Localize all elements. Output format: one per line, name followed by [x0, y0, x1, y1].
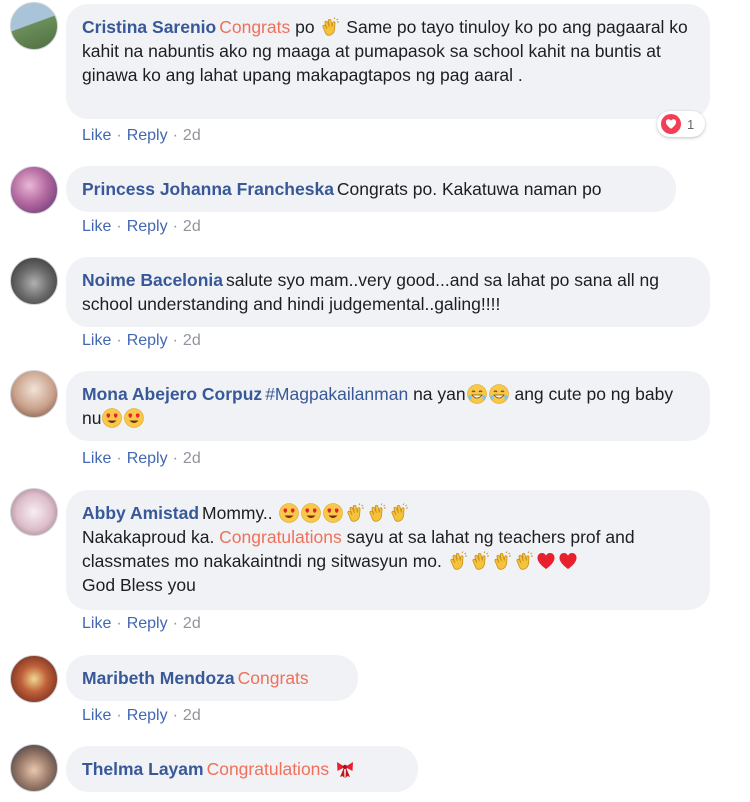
- comment-bubble: Cristina Sarenio Congrats po Same po tayo…: [66, 4, 710, 119]
- highlight-text[interactable]: Congrats: [238, 668, 309, 688]
- clapping-hands-icon: [320, 17, 340, 37]
- comment-bubble: Mona Abejero Corpuz #Magpakailanman na ya…: [66, 371, 710, 441]
- comment-author[interactable]: Abby Amistad: [82, 503, 199, 523]
- comment-bubble: Thelma Layam Congratulations: [66, 746, 418, 792]
- like-link[interactable]: Like: [82, 450, 111, 467]
- reply-link[interactable]: Reply: [127, 127, 168, 144]
- separator: ·: [116, 332, 122, 349]
- highlight-text[interactable]: Congrats: [219, 17, 290, 37]
- separator: ·: [172, 615, 178, 632]
- timestamp[interactable]: 2d: [183, 127, 201, 144]
- comment-bubble: Princess Johanna Francheska Congrats po. …: [66, 166, 676, 212]
- clapping-hands-icon: [367, 503, 387, 523]
- like-link[interactable]: Like: [82, 332, 111, 349]
- comment-text: Mommy..: [202, 503, 278, 523]
- reply-link[interactable]: Reply: [127, 707, 168, 724]
- clapping-hands-icon: [514, 551, 534, 571]
- red-heart-icon: [558, 551, 578, 571]
- clapping-hands-icon: [448, 551, 468, 571]
- avatar[interactable]: [10, 2, 58, 50]
- comment-bubble: Noime Bacelonia salute syo mam..very good…: [66, 257, 710, 327]
- comment-text: Congrats po. Kakatuwa naman po: [336, 179, 602, 199]
- comment-author[interactable]: Mona Abejero Corpuz: [82, 384, 262, 404]
- comment-text: God Bless you: [82, 575, 196, 595]
- timestamp[interactable]: 2d: [183, 218, 201, 235]
- clapping-hands-icon: [389, 503, 409, 523]
- comment-actions: Like · Reply · 2d: [82, 706, 201, 726]
- highlight-text[interactable]: Congratulations: [207, 759, 330, 779]
- comment-actions: Like · Reply · 2d: [82, 331, 201, 351]
- reaction-badge[interactable]: 1: [657, 111, 705, 137]
- like-link[interactable]: Like: [82, 707, 111, 724]
- comment-bubble: Abby Amistad Mommy.. Nakakaproud ka. Cong…: [66, 490, 710, 610]
- heart-eyes-icon: [301, 503, 321, 523]
- separator: ·: [172, 127, 178, 144]
- separator: ·: [116, 707, 122, 724]
- separator: ·: [116, 218, 122, 235]
- avatar[interactable]: [10, 370, 58, 418]
- clapping-hands-icon: [492, 551, 512, 571]
- ribbon-icon: [335, 759, 355, 779]
- hashtag-link[interactable]: #Magpakailanman: [265, 384, 408, 404]
- like-link[interactable]: Like: [82, 218, 111, 235]
- separator: ·: [172, 332, 178, 349]
- comment-author[interactable]: Maribeth Mendoza: [82, 668, 235, 688]
- comment-author[interactable]: Thelma Layam: [82, 759, 204, 779]
- clapping-hands-icon: [345, 503, 365, 523]
- heart-eyes-icon: [323, 503, 343, 523]
- timestamp[interactable]: 2d: [183, 332, 201, 349]
- avatar[interactable]: [10, 488, 58, 536]
- red-heart-icon: [536, 551, 556, 571]
- separator: ·: [172, 707, 178, 724]
- avatar[interactable]: [10, 744, 58, 792]
- separator: ·: [172, 450, 178, 467]
- separator: ·: [116, 615, 122, 632]
- avatar[interactable]: [10, 655, 58, 703]
- comment-text: Nakakaproud ka.: [82, 527, 220, 547]
- grinning-sweat-icon: [467, 384, 487, 404]
- reply-link[interactable]: Reply: [127, 615, 168, 632]
- timestamp[interactable]: 2d: [183, 450, 201, 467]
- comment-text: po: [290, 17, 320, 37]
- love-reaction-icon: [661, 114, 681, 134]
- reply-link[interactable]: Reply: [127, 218, 168, 235]
- reaction-count: 1: [687, 116, 695, 132]
- highlight-text[interactable]: Congratulations: [219, 527, 342, 547]
- comment-text: na yan: [408, 384, 466, 404]
- timestamp[interactable]: 2d: [183, 707, 201, 724]
- like-link[interactable]: Like: [82, 127, 111, 144]
- heart-eyes-icon: [124, 408, 144, 428]
- heart-eyes-icon: [279, 503, 299, 523]
- like-link[interactable]: Like: [82, 615, 111, 632]
- comment-author[interactable]: Princess Johanna Francheska: [82, 179, 334, 199]
- separator: ·: [172, 218, 178, 235]
- avatar[interactable]: [10, 166, 58, 214]
- comment-author[interactable]: Noime Bacelonia: [82, 270, 223, 290]
- heart-eyes-icon: [102, 408, 122, 428]
- clapping-hands-icon: [470, 551, 490, 571]
- comment-actions: Like · Reply · 2d: [82, 217, 201, 237]
- timestamp[interactable]: 2d: [183, 615, 201, 632]
- comment-actions: Like · Reply · 2d: [82, 126, 201, 146]
- comment-bubble: Maribeth Mendoza Congrats: [66, 655, 358, 701]
- comment-actions: Like · Reply · 2d: [82, 449, 201, 469]
- grinning-sweat-icon: [489, 384, 509, 404]
- reply-link[interactable]: Reply: [127, 450, 168, 467]
- avatar[interactable]: [10, 257, 58, 305]
- comment-actions: Like · Reply · 2d: [82, 614, 201, 634]
- separator: ·: [116, 450, 122, 467]
- reply-link[interactable]: Reply: [127, 332, 168, 349]
- comment-author[interactable]: Cristina Sarenio: [82, 17, 216, 37]
- separator: ·: [116, 127, 122, 144]
